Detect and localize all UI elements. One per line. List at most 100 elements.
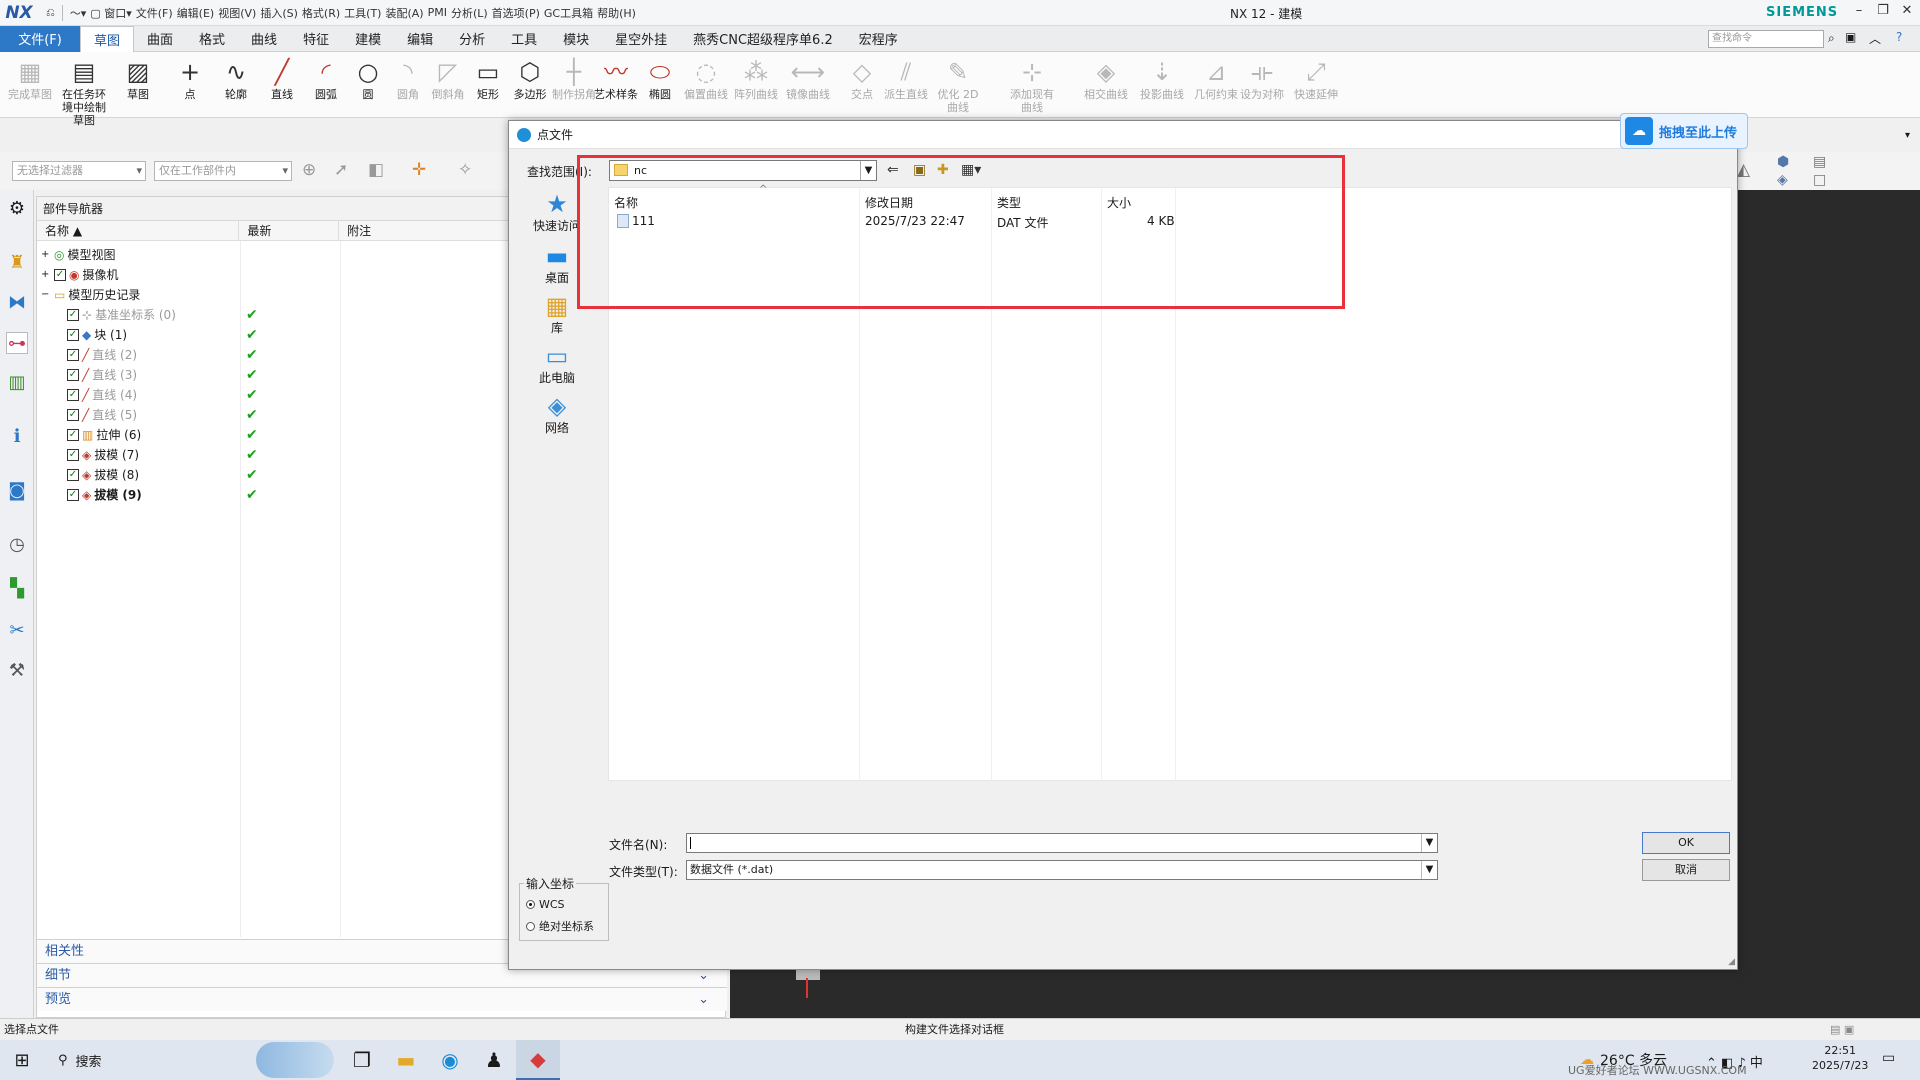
checkbox[interactable]: ✓ bbox=[67, 409, 79, 421]
ribbon-button-25[interactable]: ⊿ 几何约束 bbox=[1190, 56, 1242, 102]
filename-input[interactable]: ▼ bbox=[686, 833, 1438, 853]
point-constructor-icon[interactable]: ✧ bbox=[458, 160, 472, 180]
snap-icon[interactable]: ⊕ bbox=[302, 160, 316, 180]
point-snap-icon[interactable]: ✛ bbox=[412, 160, 426, 180]
qq-icon[interactable]: ♟ bbox=[472, 1040, 516, 1080]
ribbon-button-18[interactable]: ⟷ 镜像曲线 bbox=[782, 56, 834, 102]
file-explorer-icon[interactable]: ▬ bbox=[384, 1040, 428, 1080]
tab-12[interactable]: 燕秀CNC超级程序单6.2 bbox=[680, 26, 846, 52]
ribbon-button-20[interactable]: ⫽ 派生直线 bbox=[880, 56, 932, 102]
checkbox[interactable]: ✓ bbox=[67, 449, 79, 461]
tab-3[interactable]: 格式 bbox=[186, 26, 238, 52]
background-icon[interactable]: □ bbox=[1813, 172, 1826, 188]
checkbox[interactable]: ✓ bbox=[67, 429, 79, 441]
view-orient-icon[interactable]: ⬢ bbox=[1777, 154, 1789, 170]
tab-7[interactable]: 编辑 bbox=[394, 26, 446, 52]
checkbox[interactable]: ✓ bbox=[67, 469, 79, 481]
ribbon-button-23[interactable]: ◈ 相交曲线 bbox=[1080, 56, 1132, 102]
command-search-input[interactable]: 查找命令 bbox=[1708, 30, 1824, 48]
nx-taskbar-icon[interactable]: ◆ bbox=[516, 1040, 560, 1080]
task-view-icon[interactable]: ❐ bbox=[340, 1040, 384, 1080]
display-icon[interactable]: ◈ bbox=[1777, 172, 1788, 188]
tab-1[interactable]: 草图 bbox=[80, 25, 135, 52]
checkbox[interactable]: ✓ bbox=[67, 309, 79, 321]
selection-filter-select[interactable]: 无选择过滤器 bbox=[12, 161, 146, 181]
expand-icon[interactable]: − bbox=[41, 285, 51, 305]
minimize-icon[interactable]: – bbox=[1848, 3, 1870, 21]
tab-10[interactable]: 模块 bbox=[550, 26, 602, 52]
arrow-select-icon[interactable]: ➚ bbox=[334, 160, 348, 180]
expand-icon[interactable]: + bbox=[41, 265, 51, 285]
undo-icon[interactable]: ⎌ bbox=[46, 6, 55, 20]
checkbox[interactable]: ✓ bbox=[67, 389, 79, 401]
assembly-navigator-icon[interactable]: ♜ bbox=[6, 252, 28, 274]
layer-icon[interactable]: ▤ bbox=[1813, 154, 1826, 170]
ribbon-button-27[interactable]: ⤢ 快速延伸 bbox=[1290, 56, 1342, 102]
constraint-navigator-icon[interactable]: ⧓ bbox=[6, 292, 28, 314]
ribbon-button-26[interactable]: ⟛ 设为对称 bbox=[1236, 56, 1288, 102]
resize-grip-icon[interactable]: ◢ bbox=[1728, 957, 1735, 967]
checkbox[interactable]: ✓ bbox=[54, 269, 66, 281]
reuse-library-icon[interactable]: ▥ bbox=[6, 372, 28, 394]
menu-insert[interactable]: 插入(S) bbox=[260, 5, 298, 21]
ribbon-more-icon[interactable]: ▾ bbox=[1905, 130, 1910, 141]
panel-preview[interactable]: 预览 ⌄ bbox=[37, 987, 727, 1011]
ribbon-button-17[interactable]: ⁂ 阵列曲线 bbox=[730, 56, 782, 102]
menu-help[interactable]: 帮助(H) bbox=[597, 5, 636, 21]
ribbon-button-1[interactable]: ▦ 完成草图 bbox=[4, 56, 56, 102]
ok-button[interactable]: OK bbox=[1642, 832, 1730, 854]
windows-start-icon[interactable]: ⊞ bbox=[0, 1040, 44, 1080]
tab-file[interactable]: 文件(F) bbox=[0, 25, 80, 52]
show-hide-icon[interactable]: ◧ bbox=[368, 160, 384, 180]
tab-2[interactable]: 曲面 bbox=[134, 26, 186, 52]
ribbon-button-5[interactable]: ∿ 轮廓 bbox=[210, 56, 262, 102]
history-icon[interactable]: ◷ bbox=[6, 534, 28, 556]
settings-icon[interactable]: ⚙ bbox=[6, 198, 28, 220]
hd3d-icon[interactable]: ℹ bbox=[6, 426, 28, 448]
column-header-name[interactable]: 名称 ▲ bbox=[37, 221, 240, 240]
checkbox[interactable]: ✓ bbox=[67, 349, 79, 361]
expand-icon[interactable]: + bbox=[41, 245, 51, 265]
ribbon-button-22[interactable]: ⊹ 添加现有曲线 bbox=[1006, 56, 1058, 115]
cancel-button[interactable]: 取消 bbox=[1642, 859, 1730, 881]
selection-scope-select[interactable]: 仅在工作部件内 bbox=[154, 161, 292, 181]
tab-8[interactable]: 分析 bbox=[446, 26, 498, 52]
chevron-down-icon[interactable]: ▼ bbox=[1421, 861, 1437, 879]
help-icon[interactable]: ? bbox=[1896, 30, 1902, 44]
menu-format[interactable]: 格式(R) bbox=[302, 5, 340, 21]
menu-file[interactable]: 文件(F) bbox=[136, 5, 173, 21]
checkbox[interactable]: ✓ bbox=[67, 369, 79, 381]
ribbon-button-16[interactable]: ◌ 偏置曲线 bbox=[680, 56, 732, 102]
tab-11[interactable]: 星空外挂 bbox=[602, 26, 680, 52]
tab-13[interactable]: 宏程序 bbox=[846, 26, 911, 52]
checkbox[interactable]: ✓ bbox=[67, 329, 79, 341]
ribbon-button-24[interactable]: ⇣ 投影曲线 bbox=[1136, 56, 1188, 102]
menu-view[interactable]: 视图(V) bbox=[218, 5, 256, 21]
clock[interactable]: 22:51 2025/7/23 bbox=[1812, 1043, 1868, 1073]
render-style-icon[interactable]: ◭ bbox=[1737, 160, 1750, 180]
process-studio-icon[interactable]: ✂ bbox=[6, 620, 28, 642]
edge-icon[interactable]: ◉ bbox=[428, 1040, 472, 1080]
ribbon-button-21[interactable]: ✎ 优化 2D 曲线 bbox=[932, 56, 984, 115]
checkbox[interactable]: ✓ bbox=[67, 489, 79, 501]
curve-icon[interactable]: 〜▾ bbox=[70, 5, 87, 21]
menu-preferences[interactable]: 首选项(P) bbox=[492, 5, 540, 21]
radio-wcs[interactable]: WCS bbox=[526, 898, 565, 911]
place-network[interactable]: ◈ 网络 bbox=[517, 393, 597, 436]
menu-gc-toolbox[interactable]: GC工具箱 bbox=[544, 5, 593, 21]
place-this-pc[interactable]: ▭ 此电脑 bbox=[517, 343, 597, 386]
taskbar-search[interactable]: ⚲ 搜索 bbox=[44, 1051, 254, 1070]
column-header-latest[interactable]: 最新 bbox=[239, 221, 340, 240]
restore-icon[interactable]: ❐ bbox=[1872, 3, 1894, 21]
manufacturing-wizard-icon[interactable]: ⚒ bbox=[6, 660, 28, 682]
system-material-icon[interactable]: ▚ bbox=[6, 578, 28, 600]
menu-pmi[interactable]: PMI bbox=[428, 6, 447, 19]
tab-6[interactable]: 建模 bbox=[342, 26, 394, 52]
ribbon-button-4[interactable]: + 点 bbox=[164, 56, 216, 102]
tab-5[interactable]: 特征 bbox=[290, 26, 342, 52]
web-browser-icon[interactable]: ◙ bbox=[6, 480, 28, 502]
ribbon-options-icon[interactable]: ▣ bbox=[1845, 30, 1856, 44]
menu-analysis[interactable]: 分析(L) bbox=[451, 5, 488, 21]
close-icon[interactable]: ✕ bbox=[1896, 3, 1918, 21]
chevron-down-icon[interactable]: ▼ bbox=[1421, 834, 1437, 852]
